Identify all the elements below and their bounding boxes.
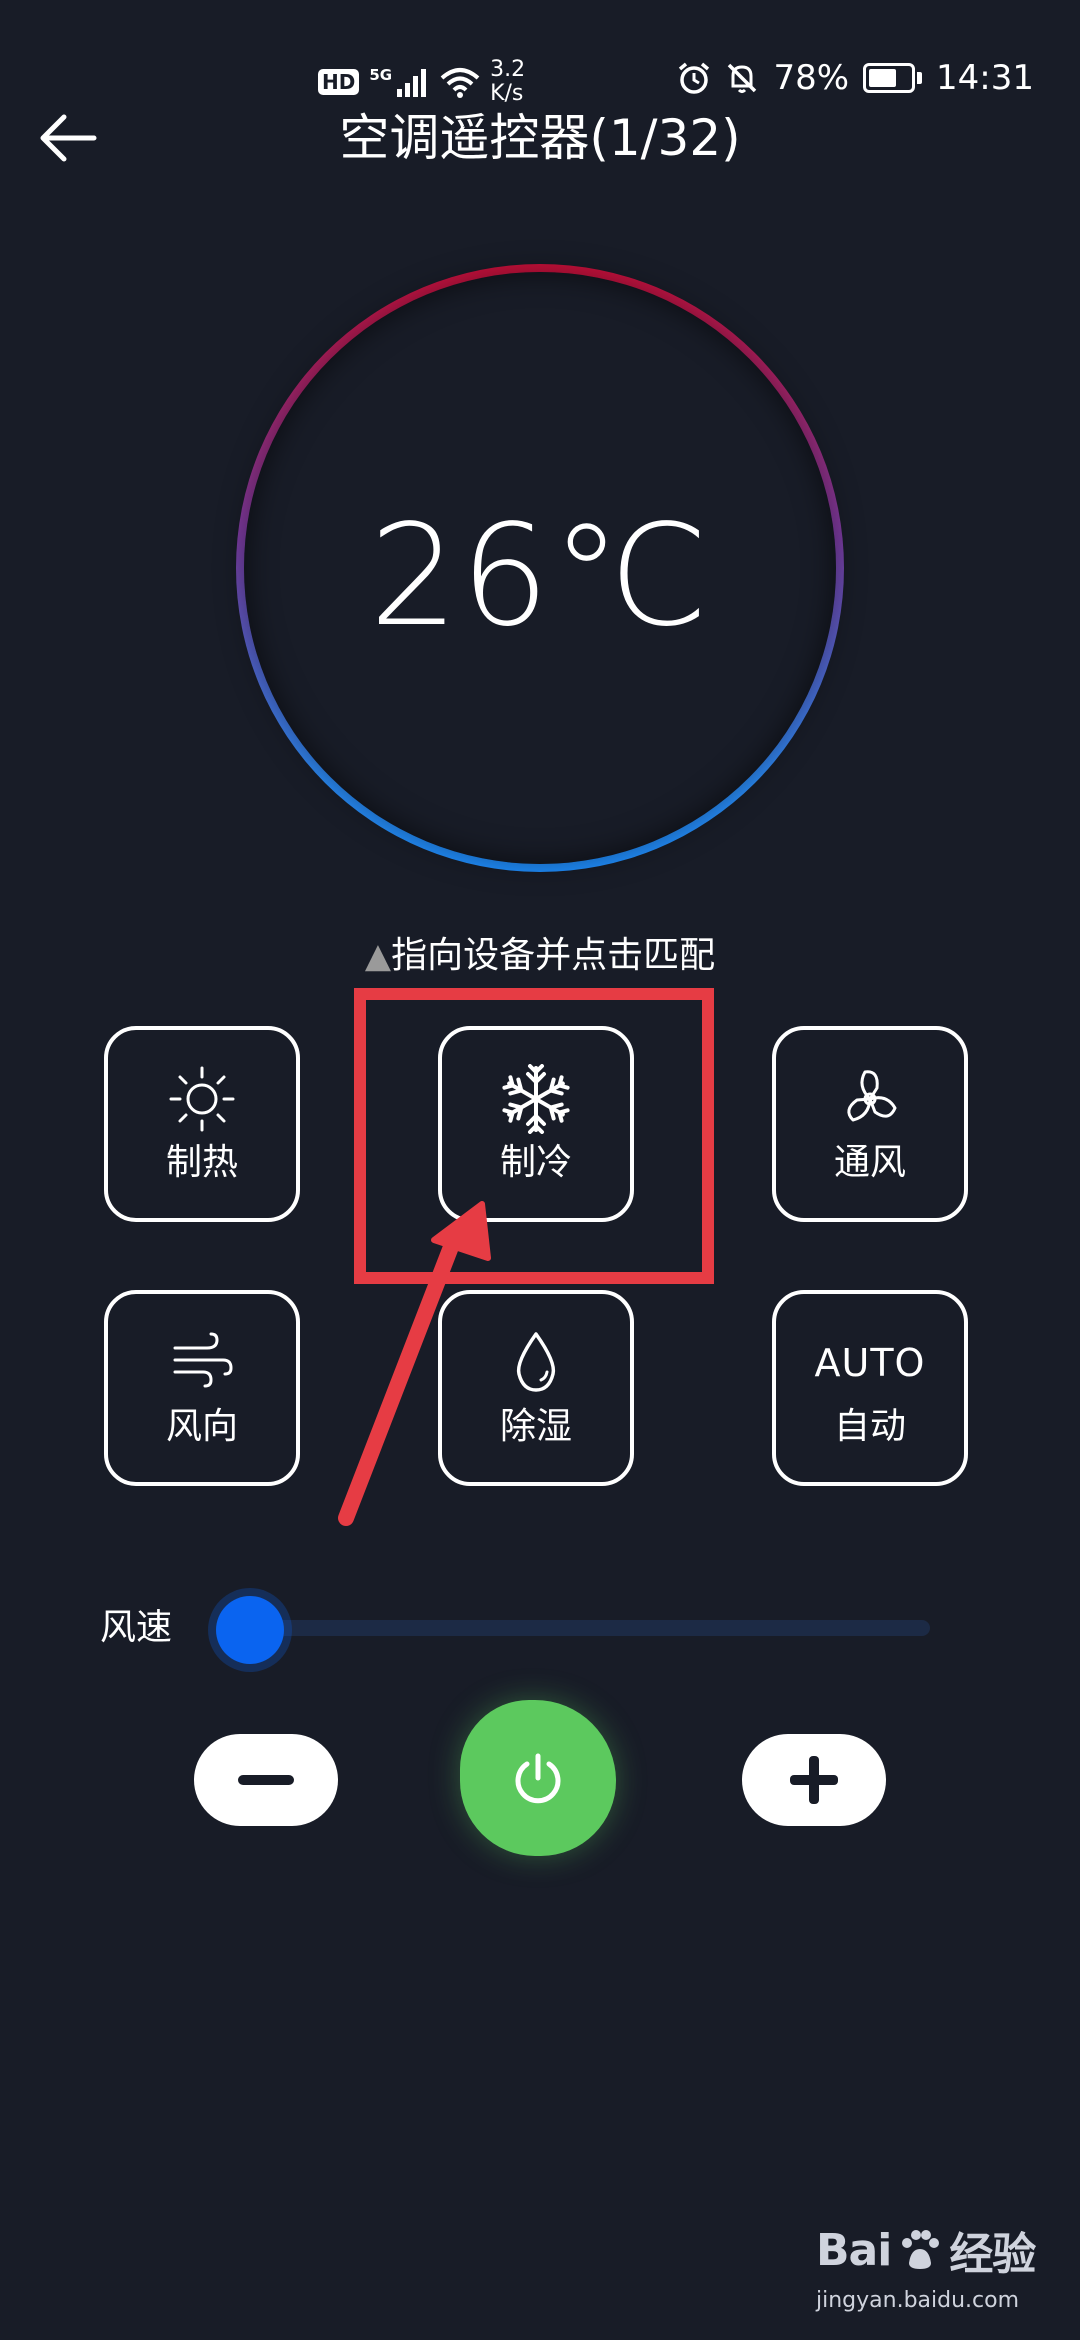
auto-icon: AUTO — [814, 1341, 926, 1385]
page-title: 空调遥控器(1/32) — [339, 109, 741, 167]
alarm-icon — [679, 62, 710, 94]
battery-fill — [869, 69, 897, 87]
mode-auto-button[interactable]: AUTO 自动 — [772, 1290, 968, 1486]
mode-label: 制热 — [165, 1142, 238, 1183]
match-hint: ▲指向设备并点击匹配 — [0, 926, 1080, 978]
wifi-icon — [440, 68, 480, 98]
status-bar: HD 5G 3.2 K/s 78% 14:31 — [0, 0, 1080, 120]
annotation-highlight-box — [354, 988, 714, 1284]
dial-face: 26℃ — [244, 272, 836, 864]
fan-speed-track[interactable] — [250, 1620, 930, 1636]
signal-icon — [397, 69, 427, 97]
hint-triangle: ▲ — [364, 936, 392, 976]
fan-speed-label: 风速 — [100, 1607, 173, 1648]
paw-icon — [902, 2230, 940, 2269]
mode-fan-button[interactable]: 通风 — [772, 1026, 968, 1222]
speed-value: 3.2 — [490, 57, 526, 82]
speed-unit: K/s — [490, 81, 524, 106]
mode-heat-button[interactable]: 制热 — [104, 1026, 300, 1222]
mode-label: 除湿 — [499, 1406, 572, 1447]
watermark-logo: Bai 经验 — [816, 2218, 1056, 2282]
power-button[interactable] — [460, 1700, 616, 1856]
increase-button[interactable] — [742, 1734, 886, 1826]
mute-bell-icon — [728, 63, 757, 93]
baidu-watermark: Bai 经验 jingyan.baidu.com — [816, 2218, 1056, 2314]
mode-label: 自动 — [833, 1406, 906, 1447]
mode-wind-direction-button[interactable]: 风向 — [104, 1290, 300, 1486]
network-type: 5G — [369, 66, 393, 84]
mode-label: 通风 — [833, 1142, 906, 1183]
network-speed: 3.2 K/s — [490, 58, 525, 106]
droplet-icon — [516, 1332, 556, 1392]
wind-icon — [173, 1332, 233, 1388]
watermark-url: jingyan.baidu.com — [816, 2288, 1020, 2313]
hint-text: 指向设备并点击匹配 — [391, 935, 716, 976]
clock: 14:31 — [936, 58, 1034, 98]
hd-badge: HD — [318, 69, 360, 95]
temperature-dial: 26℃ — [236, 264, 844, 872]
status-right: 78% 14:31 — [677, 58, 1034, 98]
fan-icon — [847, 1070, 897, 1122]
battery-icon — [863, 63, 923, 93]
mode-dehumidify-button[interactable]: 除湿 — [438, 1290, 634, 1486]
power-icon — [515, 1753, 561, 1804]
watermark-logo-left: Bai — [816, 2224, 892, 2276]
decrease-button[interactable] — [194, 1734, 338, 1826]
watermark-logo-right: 经验 — [949, 2229, 1036, 2280]
temperature-value: 26℃ — [369, 495, 711, 658]
back-button[interactable] — [34, 104, 102, 172]
back-arrow-icon — [40, 114, 97, 162]
status-left: HD 5G 3.2 K/s — [318, 58, 525, 106]
fan-speed-knob[interactable] — [216, 1596, 284, 1664]
sun-icon — [169, 1066, 235, 1132]
minus-icon — [238, 1775, 294, 1785]
plus-icon — [790, 1756, 838, 1804]
mode-label: 风向 — [165, 1406, 238, 1447]
battery-percent: 78% — [773, 58, 850, 98]
